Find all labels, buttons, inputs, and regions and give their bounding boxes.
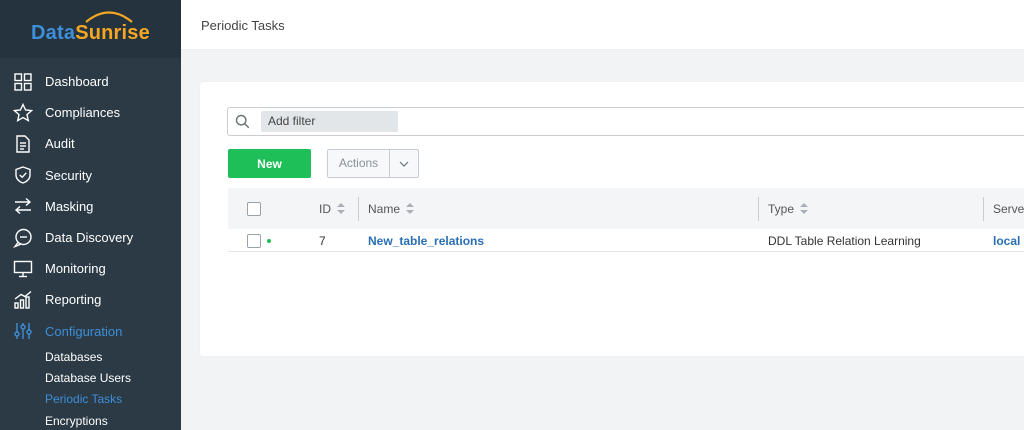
subnav-item-database-users[interactable]: Database Users xyxy=(45,368,181,389)
sidebar-item-security[interactable]: Security xyxy=(0,160,181,191)
page-header: Periodic Tasks xyxy=(181,0,1024,50)
content-card: Add filter New Actions ID Name Type Serv… xyxy=(200,82,1024,356)
sidebar-item-dashboard[interactable]: Dashboard xyxy=(0,66,181,97)
shield-icon xyxy=(12,164,34,186)
star-icon xyxy=(12,102,34,124)
filter-bar[interactable]: Add filter xyxy=(227,107,1024,136)
column-header-type[interactable]: Type xyxy=(768,188,809,229)
table-row[interactable]: 7 New_table_relations DDL Table Relation… xyxy=(228,229,1024,252)
sidebar-item-label: Compliances xyxy=(45,105,121,121)
page-title: Periodic Tasks xyxy=(201,18,285,33)
sliders-icon xyxy=(12,320,34,342)
server-link[interactable]: local xyxy=(993,229,1020,252)
sidebar-item-masking[interactable]: Masking xyxy=(0,191,181,222)
swap-arrows-icon xyxy=(12,195,34,217)
task-name-link[interactable]: New_table_relations xyxy=(368,229,484,252)
sidebar-item-label: Reporting xyxy=(45,292,102,308)
chevron-down-icon[interactable] xyxy=(390,150,418,177)
actions-dropdown[interactable]: Actions xyxy=(327,149,419,178)
sidebar-item-configuration[interactable]: Configuration xyxy=(0,316,181,347)
sidebar-item-label: Audit xyxy=(45,136,75,152)
sidebar-item-label: Data Discovery xyxy=(45,230,134,246)
sort-icon xyxy=(800,203,809,214)
column-header-name[interactable]: Name xyxy=(368,188,415,229)
search-icon xyxy=(235,114,250,132)
column-resize-handle[interactable] xyxy=(983,197,984,221)
cell-id: 7 xyxy=(319,233,326,248)
cell-type: DDL Table Relation Learning xyxy=(768,233,921,248)
sidebar-item-label: Configuration xyxy=(45,323,123,339)
sidebar-item-compliances[interactable]: Compliances xyxy=(0,97,181,128)
column-resize-handle[interactable] xyxy=(758,197,759,221)
sidebar: DataSunrise Dashboard Compliances Audit … xyxy=(0,0,181,430)
logo[interactable]: DataSunrise xyxy=(0,0,181,58)
monitor-icon xyxy=(12,258,34,280)
sidebar-item-label: Dashboard xyxy=(45,74,109,90)
table-header: ID Name Type Server xyxy=(228,188,1024,229)
column-header-id[interactable]: ID xyxy=(319,188,345,229)
grid-icon xyxy=(12,71,34,93)
configuration-subnav: Databases Database Users Periodic Tasks … xyxy=(0,347,181,430)
new-button[interactable]: New xyxy=(228,149,311,178)
main-nav: Dashboard Compliances Audit Security Mas… xyxy=(0,58,181,430)
sidebar-item-reporting[interactable]: Reporting xyxy=(0,284,181,315)
add-filter-button[interactable]: Add filter xyxy=(261,111,398,132)
sidebar-item-monitoring[interactable]: Monitoring xyxy=(0,253,181,284)
subnav-item-databases[interactable]: Databases xyxy=(45,347,181,368)
sidebar-item-label: Masking xyxy=(45,198,94,214)
subnav-item-periodic-tasks[interactable]: Periodic Tasks xyxy=(45,389,181,410)
sidebar-item-audit[interactable]: Audit xyxy=(0,128,181,159)
row-checkbox[interactable] xyxy=(247,229,271,252)
select-all-checkbox[interactable] xyxy=(247,188,261,229)
sidebar-item-data-discovery[interactable]: Data Discovery xyxy=(0,222,181,253)
subnav-item-encryptions[interactable]: Encryptions xyxy=(45,411,181,430)
column-resize-handle[interactable] xyxy=(358,197,359,221)
chat-bubble-icon xyxy=(12,227,34,249)
status-dot-icon xyxy=(267,238,271,243)
document-icon xyxy=(12,133,34,155)
sort-icon xyxy=(406,203,415,214)
column-header-server[interactable]: Server xyxy=(993,188,1024,229)
sidebar-item-label: Security xyxy=(45,167,92,183)
sidebar-item-label: Monitoring xyxy=(45,261,106,277)
sort-icon xyxy=(337,203,345,214)
actions-button[interactable]: Actions xyxy=(328,150,390,177)
bar-chart-icon xyxy=(12,289,34,311)
logo-text: DataSunrise xyxy=(31,21,150,44)
